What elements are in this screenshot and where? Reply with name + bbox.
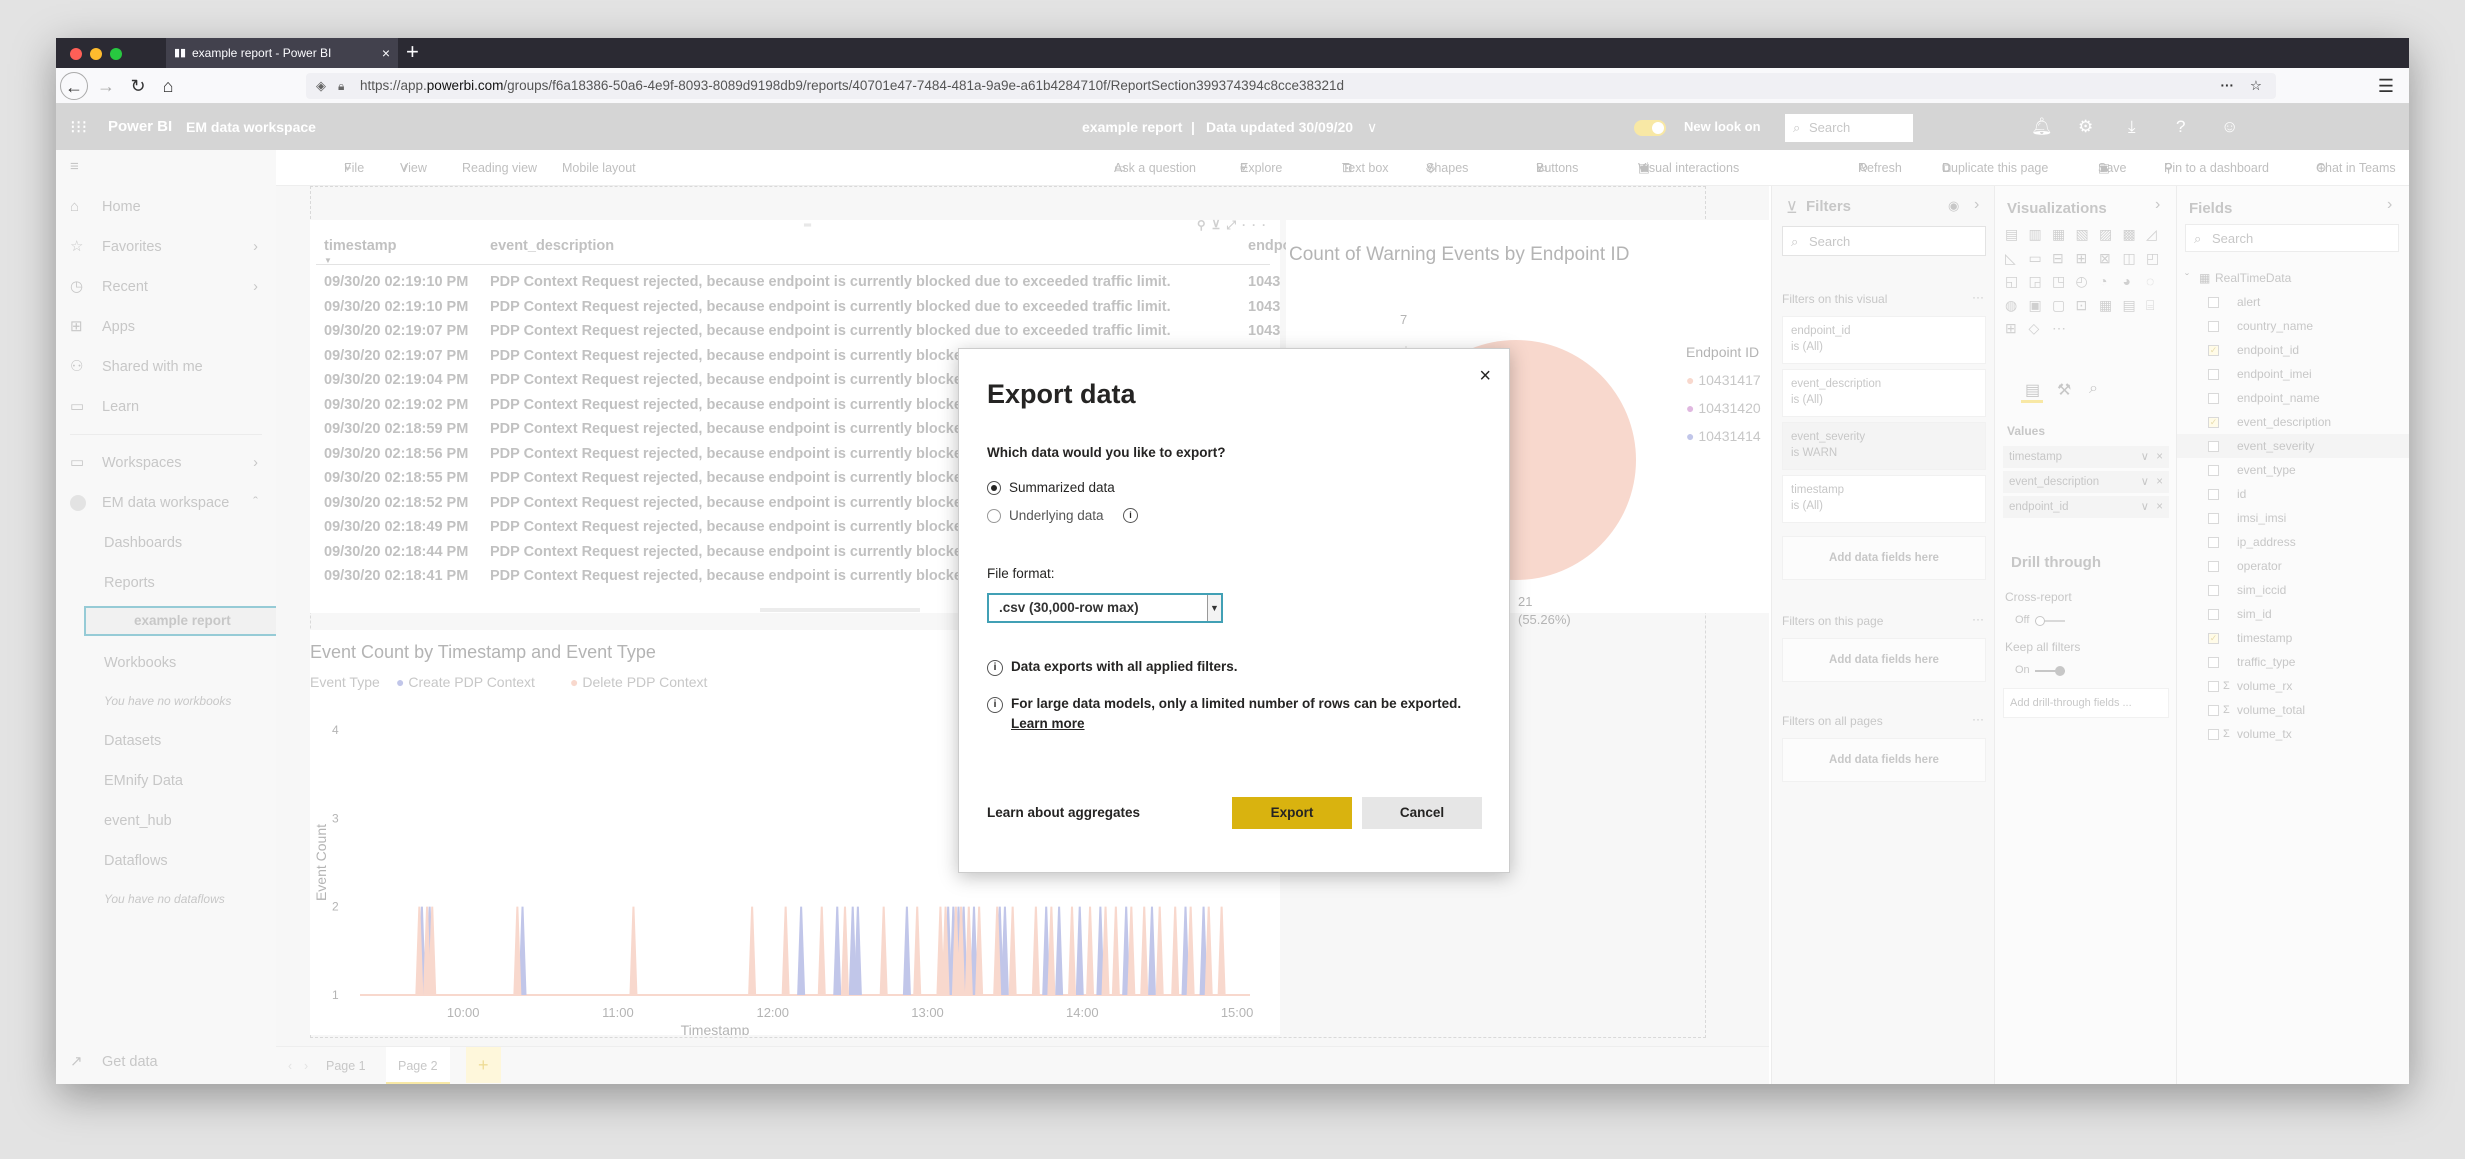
summarized-data-radio[interactable] — [987, 481, 1001, 495]
underlying-data-label[interactable]: Underlying data — [1009, 508, 1104, 523]
file-format-value: .csv (30,000-row max) — [999, 600, 1139, 615]
learn-aggregates-link[interactable]: Learn about aggregates — [987, 805, 1140, 820]
info-icon: i — [987, 697, 1003, 713]
dropdown-arrow-icon: ▼ — [1207, 595, 1221, 621]
export-data-dialog: × Export data Which data would you like … — [958, 348, 1510, 873]
info-icon: i — [987, 660, 1003, 676]
browser-window: ▮▮ example report - Power BI × + ← → ↻ ⌂… — [56, 38, 2409, 1084]
dialog-title: Export data — [987, 379, 1136, 409]
learn-more-link[interactable]: Learn more — [1011, 716, 1085, 731]
export-button[interactable]: Export — [1232, 797, 1352, 829]
page-actions-icon[interactable]: ··· — [2221, 73, 2235, 99]
maximize-window-button[interactable] — [110, 48, 122, 60]
url-path: /groups/f6a18386-50a6-4e9f-8093-8089d919… — [503, 78, 1345, 93]
bookmark-star-icon[interactable]: ☆ — [2250, 73, 2262, 99]
url-toolbar: ← → ↻ ⌂ ◈ 🔒︎ https://app.powerbi.com/gro… — [56, 68, 2409, 104]
back-arrow-icon[interactable]: ← — [60, 72, 88, 100]
browser-tab-title: example report - Power BI — [192, 46, 332, 60]
close-icon[interactable]: × — [1479, 365, 1491, 388]
new-tab-button[interactable]: + — [406, 38, 419, 66]
file-format-select[interactable]: .csv (30,000-row max) ▼ — [987, 593, 1223, 623]
info-large-models-text: For large data models, only a limited nu… — [1011, 696, 1462, 711]
export-label: Export — [1270, 805, 1314, 820]
url-domain: powerbi.com — [426, 78, 504, 93]
browser-tab[interactable]: ▮▮ example report - Power BI × — [166, 38, 398, 68]
close-window-button[interactable] — [70, 48, 82, 60]
file-format-label: File format: — [987, 566, 1055, 581]
underlying-data-radio[interactable] — [987, 509, 1001, 523]
home-icon[interactable]: ⌂ — [154, 72, 182, 100]
close-tab-icon[interactable]: × — [382, 38, 390, 68]
shield-icon: ◈ — [316, 78, 326, 93]
powerbi-favicon-icon: ▮▮ — [174, 47, 187, 59]
address-bar[interactable]: ◈ 🔒︎ https://app.powerbi.com/groups/f6a1… — [306, 73, 2276, 99]
hamburger-menu-icon[interactable]: ☰ — [2372, 72, 2400, 100]
minimize-window-button[interactable] — [90, 48, 102, 60]
cancel-label: Cancel — [1399, 805, 1445, 820]
cancel-button[interactable]: Cancel — [1362, 797, 1482, 829]
info-filters-text: Data exports with all applied filters. — [1011, 659, 1238, 674]
forward-arrow-icon[interactable]: → — [92, 72, 120, 100]
dialog-question: Which data would you like to export? — [987, 445, 1226, 460]
url-prefix: https://app. — [360, 78, 427, 93]
info-large-models: For large data models, only a limited nu… — [1011, 694, 1481, 734]
summarized-data-label[interactable]: Summarized data — [1009, 480, 1115, 495]
lock-icon: 🔒︎ — [338, 79, 345, 93]
reload-icon[interactable]: ↻ — [124, 72, 152, 100]
info-icon[interactable]: i — [1123, 508, 1138, 523]
browser-tab-bar: ▮▮ example report - Power BI × + — [56, 38, 2409, 68]
